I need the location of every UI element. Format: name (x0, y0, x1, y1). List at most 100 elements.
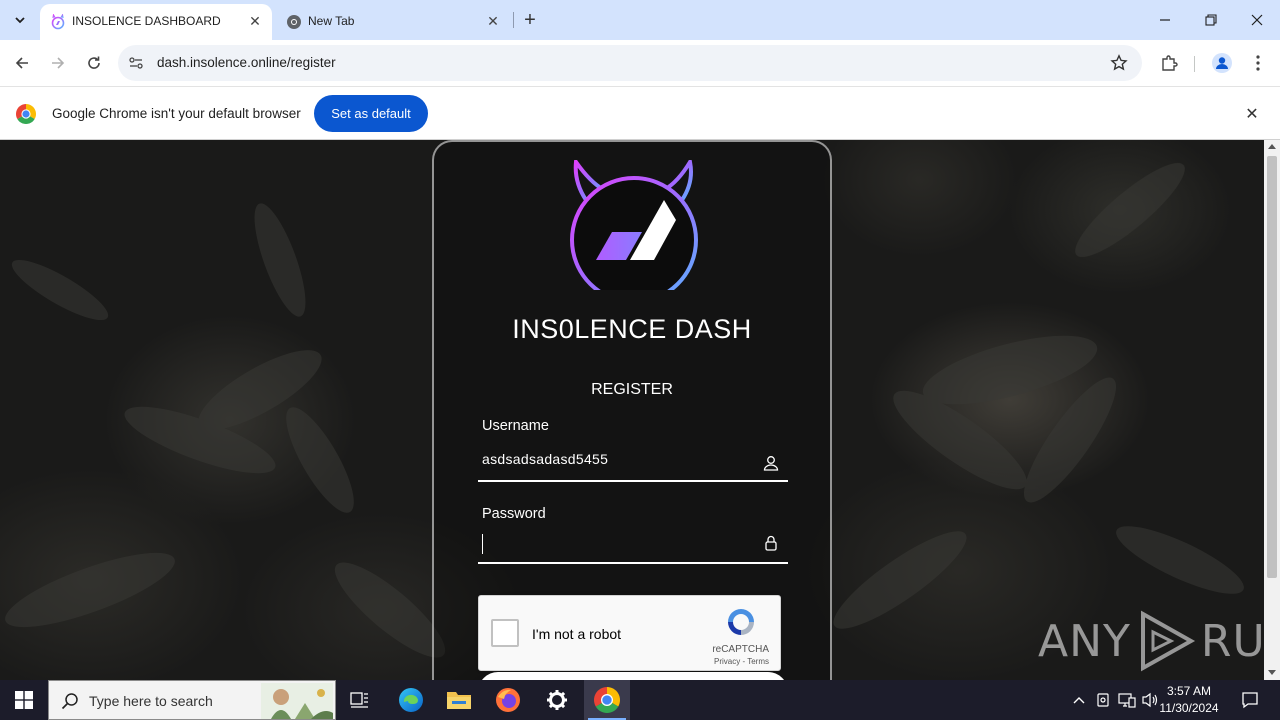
minimize-button[interactable] (1142, 0, 1188, 40)
task-view-button[interactable] (337, 680, 383, 720)
minimize-icon (1160, 19, 1170, 21)
set-as-default-button[interactable]: Set as default (314, 95, 428, 132)
notification-center-button[interactable] (1232, 680, 1268, 720)
tab-title: New Tab (308, 14, 355, 28)
edge-app[interactable] (388, 680, 434, 720)
close-icon (1251, 14, 1263, 26)
password-field[interactable] (478, 530, 788, 564)
url-text: dash.insolence.online/register (157, 55, 336, 70)
tab-search-button[interactable] (6, 6, 34, 34)
windows-taskbar: Type here to search 3:57 AM 11/30/2024 (0, 680, 1280, 720)
insolence-logo (570, 160, 698, 290)
chrome-logo-icon (16, 104, 36, 124)
tab-close-icon[interactable]: ✕ (246, 12, 264, 30)
bookmark-star-icon[interactable] (1110, 54, 1128, 72)
device-icon (1097, 693, 1109, 707)
recaptcha-widget: I'm not a robot reCAPTCHA Privacy - Term… (478, 595, 781, 671)
username-field[interactable]: asdsadsadasd5455 (478, 448, 788, 482)
taskbar-clock[interactable]: 3:57 AM 11/30/2024 (1156, 683, 1222, 717)
reload-button[interactable] (80, 49, 108, 77)
brand-title: INS0LENCE DASH (512, 314, 752, 344)
text-caret (482, 534, 483, 554)
clock-time: 3:57 AM (1166, 684, 1212, 698)
tab-insolence-dashboard[interactable]: INSOLENCE DASHBOARD ✕ (40, 4, 272, 40)
toolbar-separator (1194, 56, 1195, 72)
play-logo-icon (1140, 610, 1195, 672)
search-highlight-illustration (261, 683, 333, 719)
back-arrow-icon (15, 57, 28, 69)
extensions-button[interactable] (1157, 51, 1181, 75)
scroll-up-arrow-icon[interactable] (1268, 144, 1276, 149)
anyrun-watermark: ANY RUN (1038, 610, 1264, 672)
edge-icon (399, 688, 423, 712)
tray-meet-now[interactable] (1092, 680, 1114, 720)
page-viewport: INS0LENCE DASH REGISTER Username asdsads… (0, 140, 1264, 680)
reload-icon (88, 56, 100, 69)
address-bar[interactable]: dash.insolence.online/register (118, 45, 1142, 81)
username-label: Username (482, 418, 549, 434)
gear-icon (547, 690, 567, 710)
page-scrollbar[interactable] (1264, 140, 1280, 680)
tray-overflow-button[interactable] (1068, 680, 1090, 720)
network-icon (1118, 693, 1136, 708)
recaptcha-checkbox[interactable] (491, 619, 519, 647)
new-tab-button[interactable]: + (518, 8, 542, 32)
puzzle-icon (1162, 55, 1178, 71)
form-title: REGISTER (591, 381, 673, 398)
clock-date: 11/30/2024 (1159, 701, 1219, 715)
password-label: Password (482, 506, 546, 522)
recaptcha-link-separator: - (742, 657, 746, 666)
menu-button[interactable] (1246, 51, 1270, 75)
close-window-button[interactable] (1234, 0, 1280, 40)
tab-title: INSOLENCE DASHBOARD (72, 14, 221, 28)
recaptcha-privacy-link[interactable]: Privacy (714, 657, 740, 666)
scrollbar-thumb[interactable] (1267, 156, 1277, 578)
infobar-message: Google Chrome isn't your default browser (52, 106, 301, 121)
taskbar-search[interactable]: Type here to search (48, 680, 336, 720)
chevron-up-icon (1073, 697, 1085, 704)
lock-icon (765, 535, 777, 551)
scroll-down-arrow-icon[interactable] (1268, 670, 1276, 675)
watermark-left-text: ANY (1038, 615, 1131, 667)
chrome-globe-icon (287, 15, 301, 29)
chrome-app[interactable] (584, 680, 630, 720)
register-submit-button[interactable] (478, 672, 788, 680)
search-placeholder: Type here to search (89, 693, 213, 709)
file-explorer-app[interactable] (436, 680, 482, 720)
task-view-icon (350, 692, 368, 708)
search-icon (61, 693, 78, 710)
browser-toolbar: dash.insolence.online/register (0, 40, 1280, 86)
watermark-right-text: RUN (1200, 615, 1264, 667)
firefox-app[interactable] (485, 680, 531, 720)
tab-strip: INSOLENCE DASHBOARD ✕ New Tab ✕ + (0, 0, 1280, 40)
chrome-icon (594, 687, 620, 713)
forward-button[interactable] (44, 49, 72, 77)
tab-separator (513, 12, 514, 28)
windows-logo-icon (15, 691, 33, 709)
tab-new-tab[interactable]: New Tab ✕ (276, 4, 510, 40)
recaptcha-links: Privacy - Terms (479, 657, 769, 666)
recaptcha-brand: reCAPTCHA (712, 644, 769, 655)
start-button[interactable] (0, 680, 48, 720)
profile-button[interactable] (1210, 51, 1234, 75)
restore-icon (1205, 14, 1217, 26)
folder-icon (447, 692, 471, 709)
insolence-favicon (51, 14, 65, 30)
firefox-icon (496, 688, 520, 712)
recaptcha-terms-link[interactable]: Terms (747, 657, 769, 666)
tab-close-icon[interactable]: ✕ (484, 12, 502, 30)
restore-button[interactable] (1188, 0, 1234, 40)
site-info-icon[interactable] (128, 55, 144, 71)
default-browser-infobar: Google Chrome isn't your default browser… (0, 86, 1280, 140)
infobar-close-icon[interactable]: ✕ (1242, 104, 1262, 124)
back-button[interactable] (8, 49, 36, 77)
username-value: asdsadsadasd5455 (482, 451, 609, 467)
recaptcha-label: I'm not a robot (532, 626, 622, 642)
chevron-down-icon (15, 17, 25, 24)
notification-icon (1242, 692, 1258, 709)
avatar-icon (1212, 53, 1232, 73)
user-icon (763, 456, 779, 471)
forward-arrow-icon (52, 57, 65, 69)
tray-network[interactable] (1116, 680, 1138, 720)
settings-app[interactable] (534, 680, 580, 720)
